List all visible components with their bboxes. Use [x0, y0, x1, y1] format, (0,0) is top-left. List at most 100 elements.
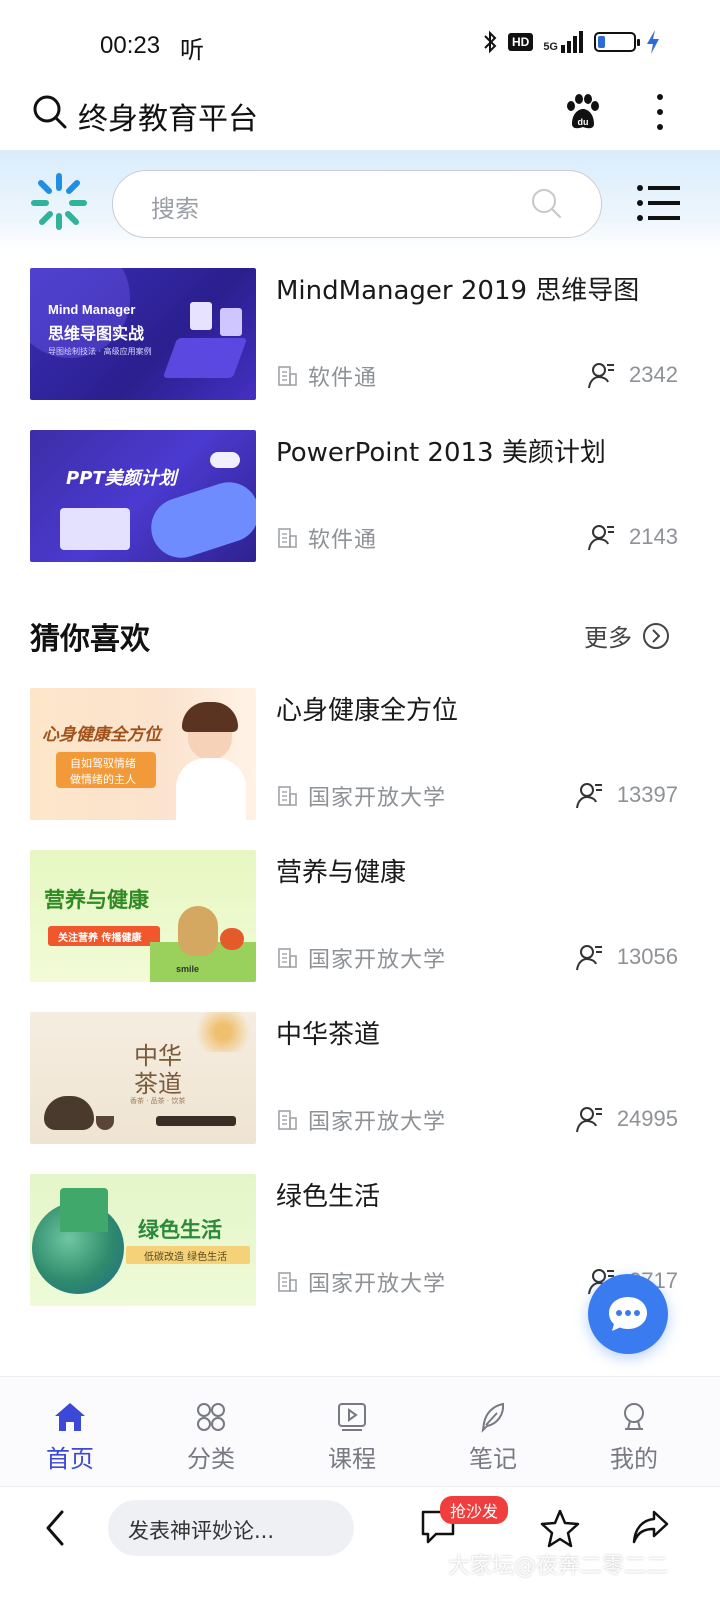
- course-provider: 国家开放大学: [276, 1104, 446, 1136]
- more-link[interactable]: 更多: [584, 618, 670, 653]
- nav-label: 分类: [187, 1445, 235, 1473]
- provider-name: 国家开放大学: [308, 1272, 447, 1297]
- course-learners: 13397: [575, 780, 678, 810]
- search-input[interactable]: 搜索: [112, 170, 602, 238]
- course-card[interactable]: Mind Manager 思维导图实战 导图绘制技法 · 高级应用案例 Mind…: [30, 268, 680, 400]
- provider-name: 软件通: [308, 528, 378, 553]
- learner-count: 2143: [629, 524, 678, 549]
- course-title[interactable]: 绿色生活: [276, 1176, 380, 1213]
- thumb-text: 营养与健康: [44, 888, 149, 912]
- course-thumbnail[interactable]: Mind Manager 思维导图实战 导图绘制技法 · 高级应用案例: [30, 268, 256, 400]
- browser-bottom-bar: [0, 1486, 720, 1600]
- course-card[interactable]: 绿色生活 低碳改造 绿色生活 绿色生活 国家开放大学 2717: [30, 1174, 680, 1306]
- battery-icon: [594, 32, 640, 52]
- signal-bars-icon: [561, 31, 583, 53]
- site-logo[interactable]: [28, 170, 90, 232]
- course-title[interactable]: 心身健康全方位: [276, 690, 458, 727]
- thumb-text: 低碳改造 绿色生活: [144, 1252, 228, 1263]
- network-label: 5G: [543, 41, 558, 53]
- menu-list-icon[interactable]: [636, 184, 680, 222]
- thumb-illustration: [162, 338, 248, 378]
- course-card[interactable]: PPT美颜计划 PowerPoint 2013 美颜计划 软件通 2143: [30, 430, 680, 562]
- nav-item-notes[interactable]: 笔记: [433, 1377, 553, 1487]
- back-icon[interactable]: [40, 1508, 70, 1548]
- learners-icon: [588, 363, 615, 389]
- course-provider: 软件通: [276, 522, 377, 554]
- nav-item-category[interactable]: 分类: [151, 1377, 271, 1487]
- category-icon: [197, 1403, 225, 1431]
- building-icon: [278, 366, 297, 386]
- course-provider: 国家开放大学: [276, 780, 446, 812]
- thumb-text: smile: [176, 964, 200, 974]
- star-icon[interactable]: [540, 1508, 580, 1548]
- thumb-person: [176, 758, 246, 820]
- building-icon: [278, 1272, 297, 1292]
- course-thumbnail[interactable]: 心身健康全方位 自如驾驭情绪 做情绪的主人: [30, 688, 256, 820]
- search-icon[interactable]: [32, 94, 68, 130]
- course-provider: 国家开放大学: [276, 1266, 446, 1298]
- course-thumbnail[interactable]: 中华 茶道 香茶 · 品茶 · 饮茶: [30, 1012, 256, 1144]
- learner-count: 13056: [616, 944, 678, 969]
- thumb-tray: [156, 1116, 236, 1126]
- thumb-illustration: [60, 508, 130, 550]
- more-options-icon[interactable]: [650, 92, 670, 132]
- page-title[interactable]: 终身教育平台: [78, 94, 258, 138]
- course-thumbnail[interactable]: 营养与健康 关注营养 传播健康 smile: [30, 850, 256, 982]
- course-card[interactable]: 心身健康全方位 自如驾驭情绪 做情绪的主人 心身健康全方位 国家开放大学 133…: [30, 688, 680, 820]
- more-label: 更多: [584, 624, 632, 652]
- learners-icon: [575, 945, 602, 971]
- nav-label: 首页: [46, 1445, 94, 1473]
- learner-count: 2342: [629, 362, 678, 387]
- thumb-teapot: [44, 1096, 94, 1130]
- course-title[interactable]: 中华茶道: [276, 1014, 380, 1051]
- thumb-text: 心身健康全方位: [42, 725, 161, 745]
- course-card[interactable]: 中华 茶道 香茶 · 品茶 · 饮茶 中华茶道 国家开放大学 24995: [30, 1012, 680, 1144]
- audio-label: 听: [180, 36, 204, 64]
- thumb-text: Mind Manager: [48, 302, 136, 317]
- course-title[interactable]: 营养与健康: [276, 852, 406, 889]
- provider-name: 软件通: [308, 366, 378, 391]
- nav-item-courses[interactable]: 课程: [292, 1377, 412, 1487]
- course-title[interactable]: MindManager 2019 思维导图: [276, 270, 639, 307]
- learners-icon: [588, 525, 615, 551]
- course-title[interactable]: PowerPoint 2013 美颜计划: [276, 432, 606, 469]
- nav-label: 笔记: [469, 1445, 517, 1473]
- chat-fab-button[interactable]: [588, 1274, 668, 1354]
- comment-input[interactable]: 发表神评妙论...: [108, 1500, 354, 1556]
- thumb-text: 思维导图实战: [48, 324, 145, 343]
- building-icon: [278, 1110, 297, 1130]
- search-icon[interactable]: [531, 188, 563, 220]
- thumb-text: PPT美颜计划: [66, 468, 177, 489]
- course-thumbnail[interactable]: 绿色生活 低碳改造 绿色生活: [30, 1174, 256, 1306]
- nav-item-profile[interactable]: 我的: [574, 1377, 694, 1487]
- thumb-person: [182, 702, 238, 732]
- sofa-badge[interactable]: 抢沙发: [440, 1496, 509, 1524]
- battery-fill: [598, 36, 605, 48]
- course-learners: 13056: [575, 942, 678, 972]
- bluetooth-icon: [484, 30, 497, 54]
- thumb-text: 香茶 · 品茶 · 饮茶: [130, 1097, 186, 1105]
- baidu-paw-icon[interactable]: du: [562, 92, 602, 132]
- learner-count: 24995: [616, 1106, 678, 1131]
- thumb-buildings: [60, 1188, 108, 1232]
- course-card[interactable]: 营养与健康 关注营养 传播健康 smile 营养与健康 国家开放大学 13056: [30, 850, 680, 982]
- profile-icon: [624, 1403, 644, 1430]
- share-icon[interactable]: [630, 1508, 670, 1548]
- status-time: 00:23: [100, 32, 161, 59]
- nav-label: 课程: [328, 1445, 376, 1473]
- thumb-text: 自如驾驭情绪: [70, 757, 136, 770]
- thumb-blossom: [190, 1012, 256, 1052]
- learner-count: 13397: [616, 782, 678, 807]
- course-learners: 24995: [575, 1104, 678, 1134]
- thumb-text: 绿色生活: [138, 1218, 222, 1242]
- thumb-text: 关注营养 传播健康: [58, 933, 142, 944]
- chat-bubble-icon: [609, 1297, 647, 1331]
- signal-icon: 5G: [543, 31, 584, 53]
- course-thumbnail[interactable]: PPT美颜计划: [30, 430, 256, 562]
- thumb-illustration: [178, 906, 218, 956]
- learners-icon: [575, 783, 602, 809]
- course-icon: [338, 1403, 366, 1431]
- thumb-text: 做情绪的主人: [70, 773, 136, 786]
- nav-item-home[interactable]: 首页: [10, 1377, 130, 1487]
- status-indicators: HD 5G: [482, 30, 660, 54]
